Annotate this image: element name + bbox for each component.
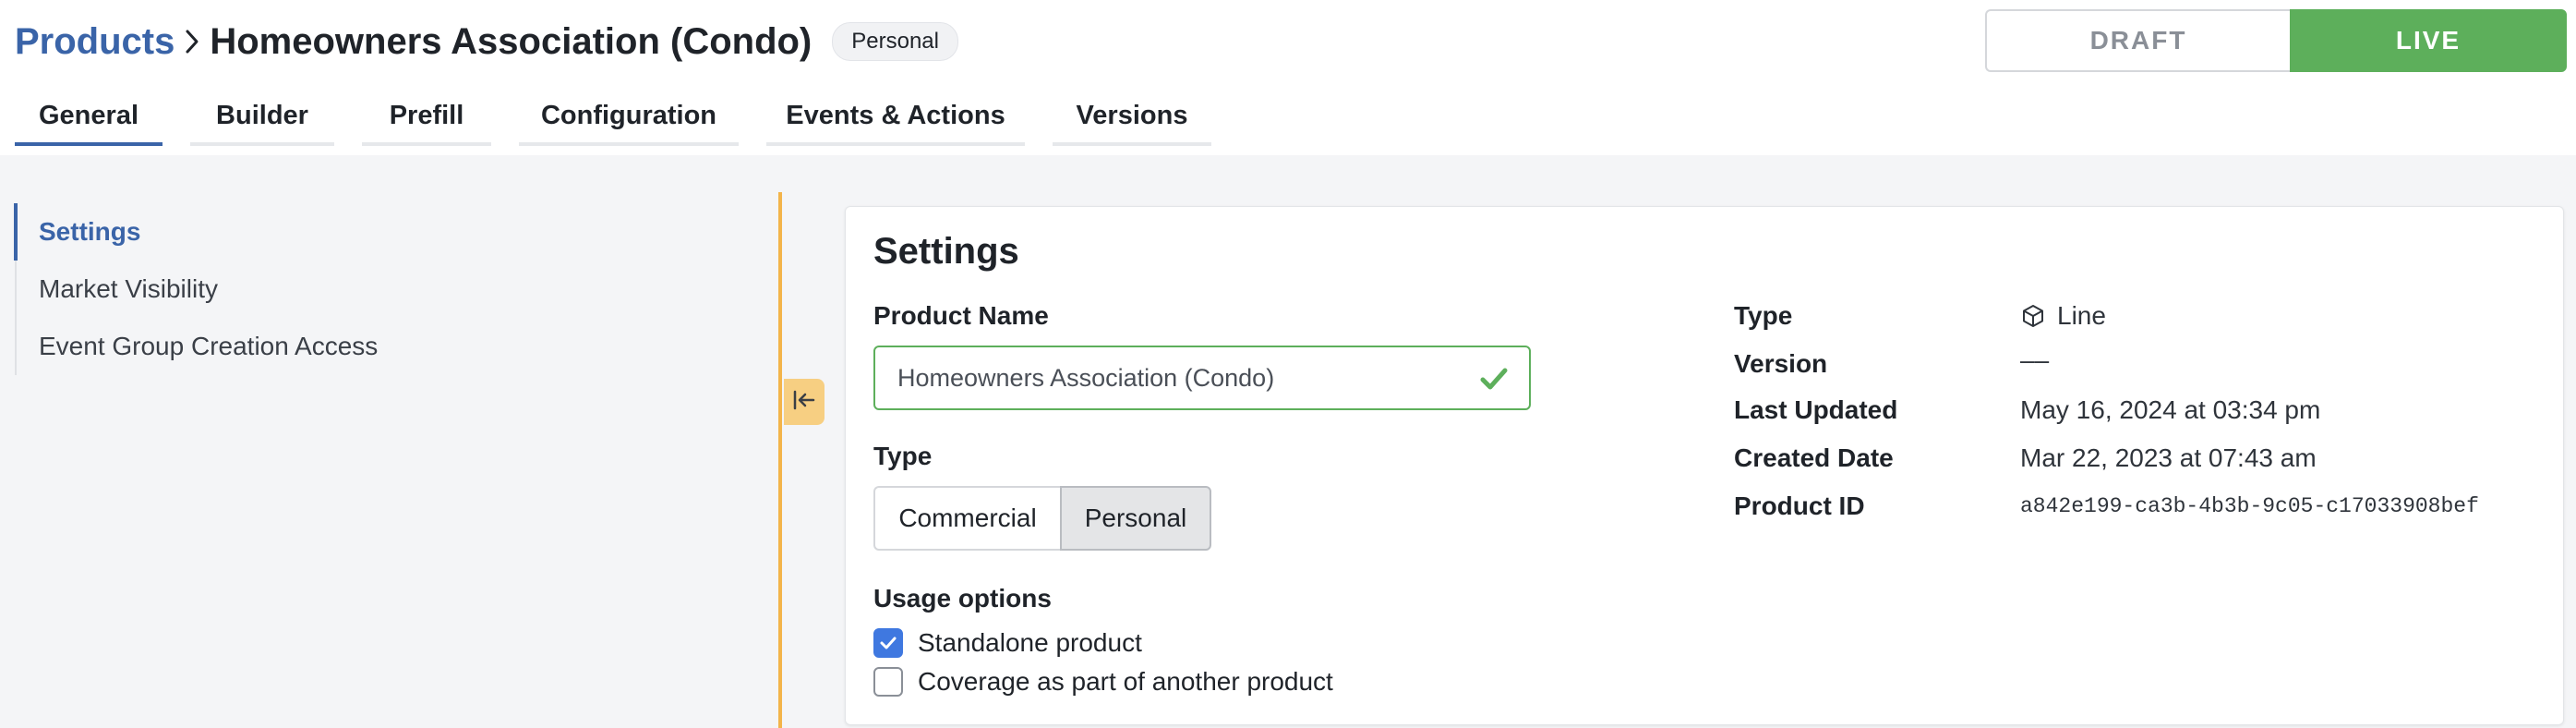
valid-check-icon — [1477, 362, 1511, 395]
product-name-input[interactable] — [873, 346, 1531, 410]
tab-versions[interactable]: Versions — [1053, 89, 1211, 146]
collapse-left-icon — [792, 389, 816, 416]
tab-events-actions[interactable]: Events & Actions — [766, 89, 1025, 146]
tab-general[interactable]: General — [15, 89, 163, 146]
type-segmented-control: Commercial Personal — [873, 486, 1211, 551]
panel-resize-handle[interactable] — [778, 192, 782, 728]
meta-last-updated-label: Last Updated — [1734, 395, 1898, 424]
coverage-checkbox[interactable] — [873, 667, 903, 697]
live-button[interactable]: LIVE — [2290, 9, 2567, 72]
standalone-checkbox-label: Standalone product — [918, 628, 1142, 657]
type-label: Type — [873, 442, 933, 470]
tab-bar: General Builder Prefill Configuration Ev… — [15, 89, 1239, 146]
usage-options-label: Usage options — [873, 584, 1052, 613]
side-nav-item-event-group-creation-access[interactable]: Event Group Creation Access — [17, 318, 386, 375]
meta-created-date-label: Created Date — [1734, 443, 1894, 472]
product-name-label: Product Name — [873, 301, 1049, 330]
page-header: Products Homeowners Association (Condo) … — [0, 0, 2576, 155]
draft-button[interactable]: DRAFT — [1985, 9, 2290, 72]
product-type-badge: Personal — [832, 22, 958, 61]
settings-side-nav: Settings Market Visibility Event Group C… — [14, 203, 386, 375]
meta-version-label: Version — [1734, 349, 1828, 378]
type-commercial-option[interactable]: Commercial — [873, 486, 1060, 551]
cube-icon — [2020, 303, 2046, 329]
meta-type-value: Line — [2020, 301, 2106, 331]
type-personal-option[interactable]: Personal — [1060, 486, 1211, 551]
settings-card: Settings Product Name Type Commercial Pe… — [845, 206, 2564, 725]
meta-type-label: Type — [1734, 301, 1793, 330]
settings-title: Settings — [873, 231, 1019, 272]
meta-type-text: Line — [2057, 301, 2106, 330]
tab-configuration[interactable]: Configuration — [519, 89, 739, 146]
usage-option-coverage: Coverage as part of another product — [873, 667, 1333, 697]
meta-product-id-label: Product ID — [1734, 491, 1865, 520]
meta-product-id-value: a842e199-ca3b-4b3b-9c05-c17033908bef — [2020, 494, 2479, 518]
usage-option-standalone: Standalone product — [873, 628, 1142, 658]
status-toggle: DRAFT LIVE — [1985, 9, 2567, 72]
meta-version-value: –– — [2020, 346, 2050, 374]
tab-builder[interactable]: Builder — [190, 89, 334, 146]
breadcrumb-products-link[interactable]: Products — [15, 21, 175, 63]
tab-prefill[interactable]: Prefill — [362, 89, 491, 146]
side-nav-item-settings[interactable]: Settings — [14, 203, 386, 261]
meta-last-updated-value: May 16, 2024 at 03:34 pm — [2020, 395, 2321, 424]
side-nav-item-market-visibility[interactable]: Market Visibility — [17, 261, 386, 318]
content-area: Settings Market Visibility Event Group C… — [0, 155, 2576, 728]
standalone-checkbox[interactable] — [873, 628, 903, 658]
meta-created-date-value: Mar 22, 2023 at 07:43 am — [2020, 443, 2317, 472]
breadcrumb: Products Homeowners Association (Condo) … — [15, 17, 958, 67]
chevron-right-icon — [175, 23, 210, 60]
coverage-checkbox-label: Coverage as part of another product — [918, 667, 1333, 696]
collapse-panel-button[interactable] — [784, 379, 825, 425]
page-title: Homeowners Association (Condo) — [210, 20, 813, 62]
